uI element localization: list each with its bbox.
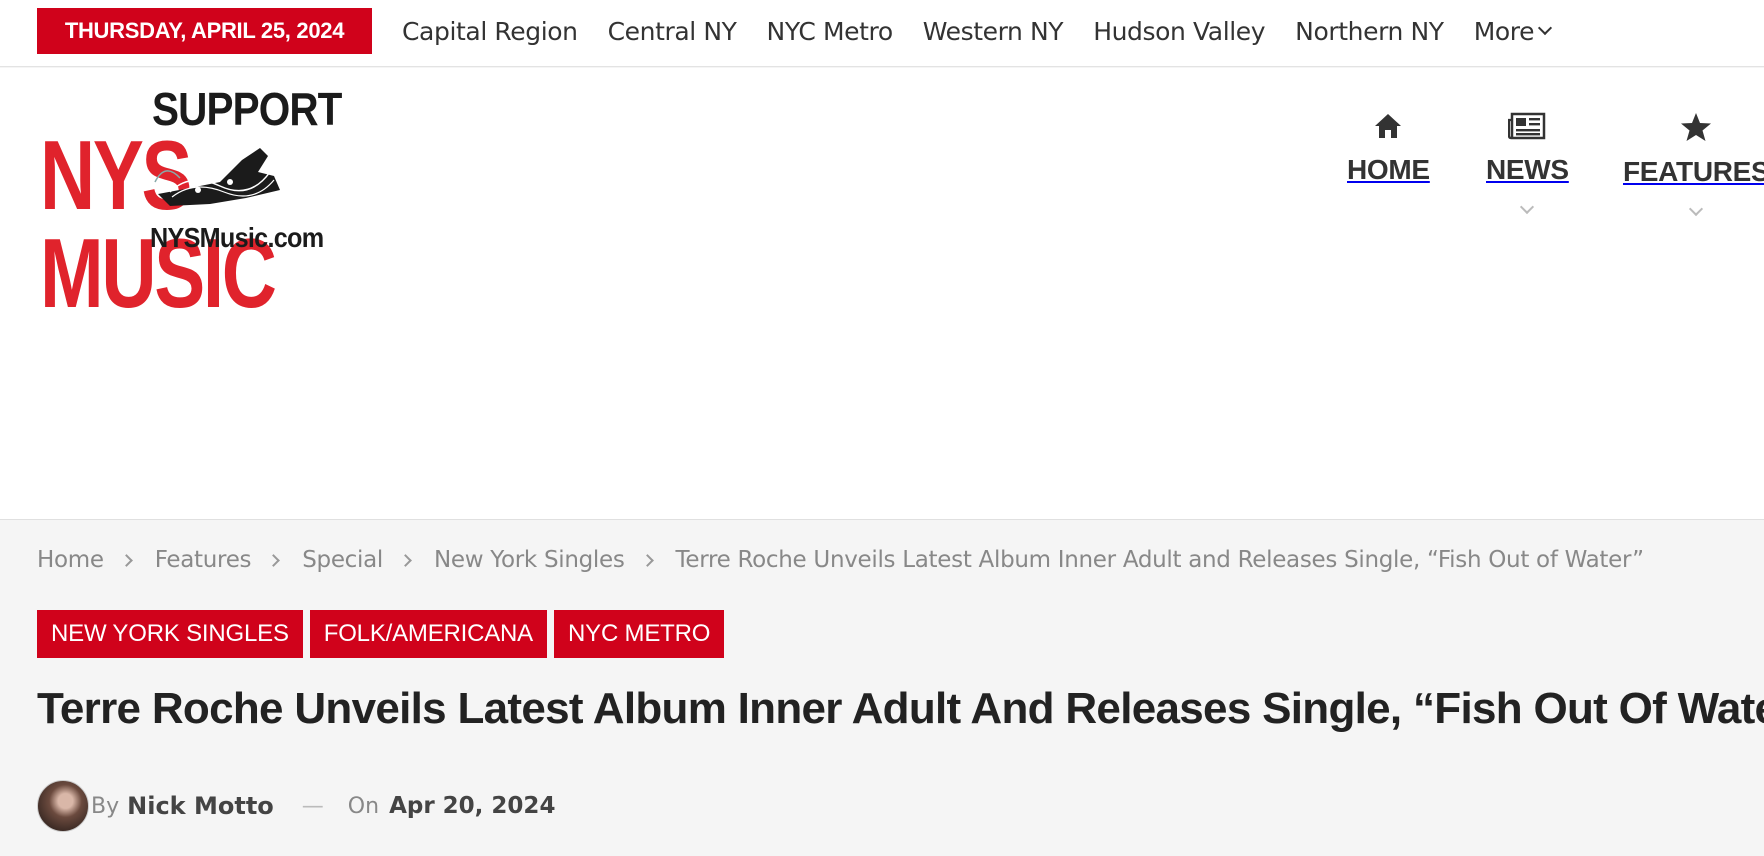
region-link-hudson-valley[interactable]: Hudson Valley xyxy=(1093,17,1265,46)
breadcrumb-current: Terre Roche Unveils Latest Album Inner A… xyxy=(675,547,1644,573)
site-header: SUPPORT NYS MUSIC NYSMusic.com HOME NEWS… xyxy=(0,68,1764,520)
region-link-western-ny[interactable]: Western NY xyxy=(923,17,1064,46)
nav-label-home: HOME xyxy=(1347,154,1430,185)
region-link-capital-region[interactable]: Capital Region xyxy=(402,17,578,46)
breadcrumb-new-york-singles[interactable]: New York Singles xyxy=(434,547,625,573)
main-nav: HOME NEWS FEATURES xyxy=(0,112,1764,232)
chevron-right-icon xyxy=(399,553,412,567)
category-tags: NEW YORK SINGLES FOLK/AMERICANA NYC METR… xyxy=(37,610,725,658)
newspaper-icon xyxy=(1508,112,1546,140)
on-label: On xyxy=(347,793,380,819)
more-menu-button[interactable]: More xyxy=(1473,16,1553,46)
home-icon xyxy=(1375,114,1402,138)
nav-item-home[interactable]: HOME xyxy=(1347,112,1430,186)
chevron-down-icon xyxy=(1538,20,1553,36)
star-icon xyxy=(1681,113,1712,141)
article-meta: By Nick Motto — On Apr 20, 2024 xyxy=(37,780,555,832)
more-label: More xyxy=(1473,16,1535,46)
region-nav: Capital Region Central NY NYC Metro West… xyxy=(402,0,1580,62)
author-link[interactable]: Nick Motto xyxy=(127,792,274,820)
article-title: Terre Roche Unveils Latest Album Inner A… xyxy=(37,684,1764,733)
tag-nyc-metro[interactable]: NYC METRO xyxy=(554,610,725,658)
chevron-down-icon xyxy=(1689,201,1704,217)
date-badge: THURSDAY, APRIL 25, 2024 xyxy=(37,8,372,54)
top-bar: THURSDAY, APRIL 25, 2024 Capital Region … xyxy=(0,0,1764,67)
meta-separator: — xyxy=(301,793,324,819)
tag-new-york-singles[interactable]: NEW YORK SINGLES xyxy=(37,610,303,658)
breadcrumb-home[interactable]: Home xyxy=(37,547,104,573)
region-link-northern-ny[interactable]: Northern NY xyxy=(1295,17,1444,46)
publish-date: Apr 20, 2024 xyxy=(389,793,556,819)
breadcrumb-special[interactable]: Special xyxy=(302,547,383,573)
breadcrumb-features[interactable]: Features xyxy=(155,547,252,573)
nav-item-features[interactable]: FEATURES xyxy=(1623,112,1764,217)
chevron-down-icon xyxy=(1520,199,1535,215)
chevron-right-icon xyxy=(640,553,654,567)
author-avatar[interactable] xyxy=(37,780,89,832)
by-label: By xyxy=(91,793,120,819)
nav-label-features: FEATURES xyxy=(1623,156,1764,187)
region-link-nyc-metro[interactable]: NYC Metro xyxy=(767,17,894,46)
chevron-right-icon xyxy=(267,553,281,567)
nav-item-news[interactable]: NEWS xyxy=(1486,112,1569,215)
breadcrumb: Home Features Special New York Singles T… xyxy=(37,540,1644,580)
tag-folk-americana[interactable]: FOLK/AMERICANA xyxy=(309,610,547,658)
region-link-central-ny[interactable]: Central NY xyxy=(608,17,737,46)
nav-label-news: NEWS xyxy=(1486,154,1569,185)
chevron-right-icon xyxy=(119,553,133,567)
